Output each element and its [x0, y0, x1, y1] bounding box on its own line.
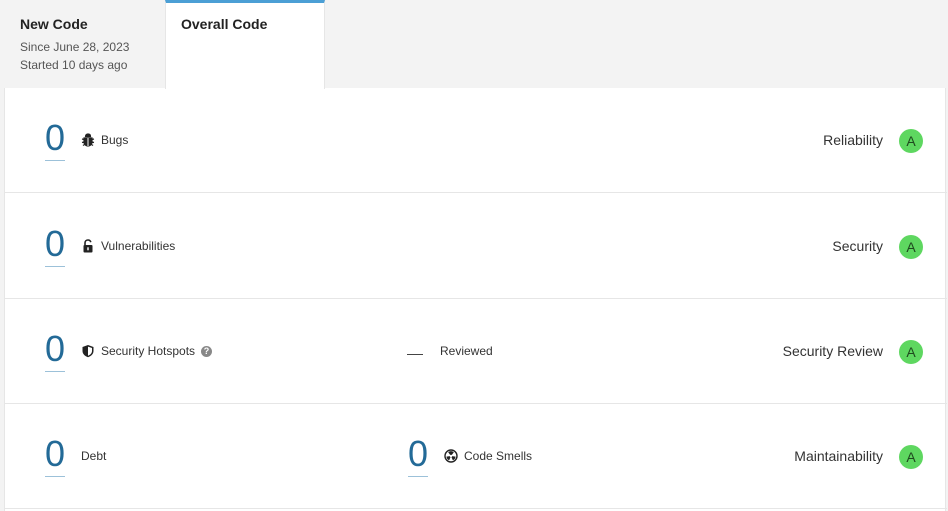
help-icon[interactable]: ? — [201, 345, 213, 357]
vulnerabilities-label-text: Vulnerabilities — [101, 239, 176, 253]
debt-label: Debt — [81, 449, 106, 463]
bug-icon — [81, 133, 95, 147]
security-hotspots-label-text: Security Hotspots — [101, 344, 196, 358]
security-review-rating-badge[interactable]: A — [899, 340, 923, 364]
unlock-icon — [81, 239, 95, 253]
bugs-row: 0 Bugs Reliability A — [5, 88, 947, 193]
debt-count-link[interactable]: 0 — [45, 436, 66, 477]
shield-icon — [81, 344, 95, 358]
maintainability-label: Maintainability — [794, 448, 883, 464]
code-smells-label: Code Smells — [444, 449, 532, 463]
tab-new-code-started: Started 10 days ago — [20, 58, 128, 72]
reviewed-value-dash — [407, 354, 423, 355]
vulnerabilities-row: 0 Vulnerabilities Security A — [5, 194, 947, 299]
security-rating-badge[interactable]: A — [899, 235, 923, 259]
reliability-label: Reliability — [823, 132, 883, 148]
security-hotspots-row: 0 Security Hotspots ? Reviewed Security … — [5, 299, 947, 404]
bugs-count-link[interactable]: 0 — [45, 120, 66, 161]
security-hotspots-label: Security Hotspots ? — [81, 344, 213, 358]
tab-overall-code[interactable]: Overall Code — [165, 0, 325, 89]
tab-overall-code-title: Overall Code — [181, 16, 268, 32]
code-smells-count-link[interactable]: 0 — [408, 436, 429, 477]
measures-tabs: New Code Since June 28, 2023 Started 10 … — [0, 0, 948, 89]
security-review-label: Security Review — [782, 343, 883, 359]
reviewed-label: Reviewed — [440, 344, 493, 358]
vulnerabilities-count-link[interactable]: 0 — [45, 226, 66, 267]
debt-label-text: Debt — [81, 449, 107, 463]
radiation-icon — [444, 449, 458, 463]
maintainability-row: 0 Debt 0 Code Smells Maintainability A — [5, 404, 947, 509]
code-smells-label-text: Code Smells — [464, 449, 533, 463]
reliability-rating-badge[interactable]: A — [899, 129, 923, 153]
bugs-label: Bugs — [81, 133, 128, 147]
vulnerabilities-label: Vulnerabilities — [81, 239, 175, 253]
security-label: Security — [832, 238, 883, 254]
bugs-label-text: Bugs — [101, 133, 129, 147]
tab-new-code[interactable]: New Code Since June 28, 2023 Started 10 … — [4, 0, 164, 88]
security-hotspots-count-link[interactable]: 0 — [45, 331, 66, 372]
measures-panel: 0 Bugs Reliability A 0 Vulnerabilities S… — [4, 88, 947, 511]
tab-new-code-title: New Code — [20, 16, 88, 32]
tab-new-code-since: Since June 28, 2023 — [20, 40, 130, 54]
maintainability-rating-badge[interactable]: A — [899, 445, 923, 469]
